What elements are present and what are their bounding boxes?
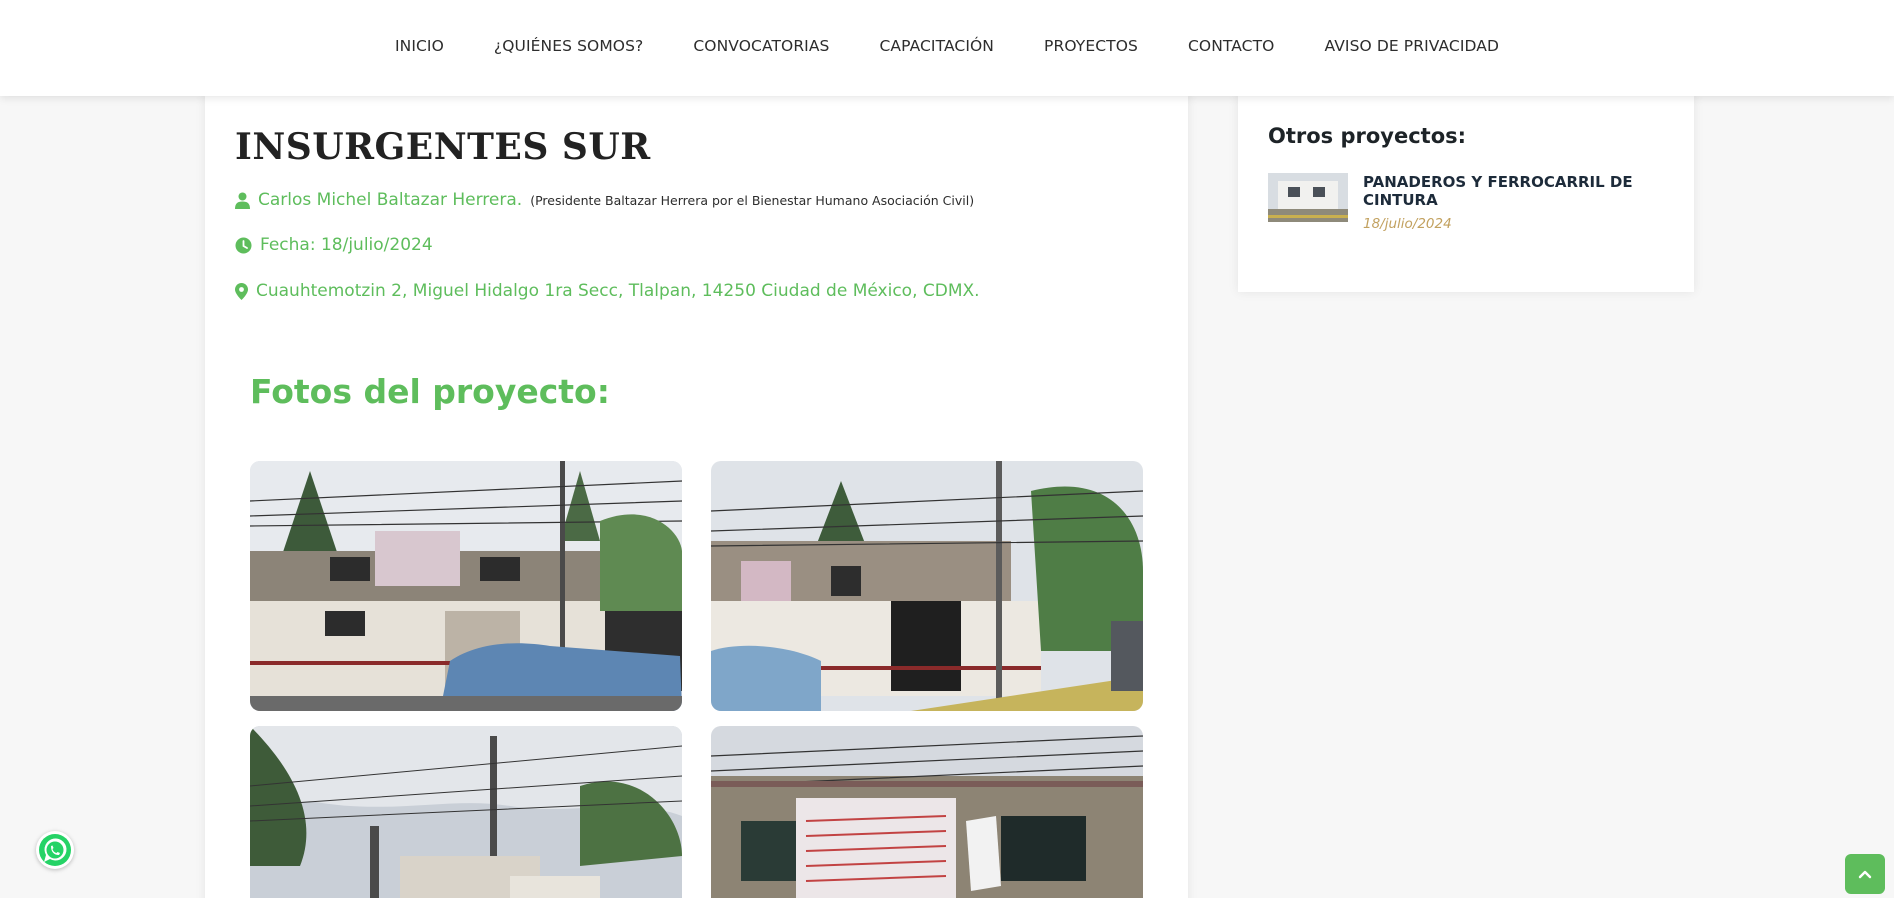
building-photo-2	[711, 461, 1143, 711]
project-photo-3[interactable]	[250, 726, 682, 898]
author-row: Carlos Michel Baltazar Herrera. (Preside…	[235, 190, 974, 210]
top-navbar: INICIO ¿QUIÉNES SOMOS? CONVOCATORIAS CAP…	[0, 0, 1894, 96]
project-photo-4[interactable]	[711, 726, 1143, 898]
nav-aviso-privacidad[interactable]: AVISO DE PRIVACIDAD	[1324, 37, 1499, 55]
photos-heading: Fotos del proyecto:	[250, 372, 610, 411]
thumbnail-image	[1268, 173, 1348, 222]
nav-contacto[interactable]: CONTACTO	[1188, 37, 1275, 55]
other-projects-card: Otros proyectos: PANADEROS Y FERROCARRIL…	[1238, 92, 1694, 292]
banner-photo-4	[711, 726, 1143, 898]
author-name: Carlos Michel Baltazar Herrera.	[258, 190, 523, 210]
building-photo-1	[250, 461, 682, 711]
clock-icon	[235, 237, 252, 253]
address-row: Cuauhtemotzin 2, Miguel Hidalgo 1ra Secc…	[235, 281, 980, 301]
main-nav-menu: INICIO ¿QUIÉNES SOMOS? CONVOCATORIAS CAP…	[0, 0, 1894, 92]
other-project-link[interactable]: PANADEROS Y FERROCARRIL DE CINTURA	[1363, 173, 1663, 209]
whatsapp-icon	[39, 834, 71, 866]
project-photo-2[interactable]	[711, 461, 1143, 711]
project-address: Cuauhtemotzin 2, Miguel Hidalgo 1ra Secc…	[256, 281, 980, 301]
user-icon	[235, 192, 250, 209]
nav-proyectos[interactable]: PROYECTOS	[1044, 37, 1138, 55]
nav-capacitacion[interactable]: CAPACITACIÓN	[880, 37, 995, 55]
author-role: (Presidente Baltazar Herrera por el Bien…	[530, 192, 975, 208]
date-row: Fecha: 18/julio/2024	[235, 235, 433, 255]
chevron-up-icon	[1858, 870, 1872, 879]
project-photo-1[interactable]	[250, 461, 682, 711]
other-project-date: 18/julio/2024	[1363, 216, 1452, 232]
map-pin-icon	[235, 282, 248, 300]
nav-convocatorias[interactable]: CONVOCATORIAS	[693, 37, 829, 55]
scroll-to-top-button[interactable]	[1845, 854, 1885, 894]
project-card: INSURGENTES SUR Carlos Michel Baltazar H…	[205, 90, 1188, 898]
project-title: INSURGENTES SUR	[235, 126, 651, 168]
project-date: Fecha: 18/julio/2024	[260, 235, 433, 255]
other-project-thumbnail[interactable]	[1268, 173, 1348, 222]
street-photo-3	[250, 726, 682, 898]
whatsapp-button[interactable]	[36, 831, 74, 869]
nav-inicio[interactable]: INICIO	[395, 37, 444, 55]
nav-quienes-somos[interactable]: ¿QUIÉNES SOMOS?	[494, 37, 643, 55]
other-projects-title: Otros proyectos:	[1268, 124, 1467, 148]
